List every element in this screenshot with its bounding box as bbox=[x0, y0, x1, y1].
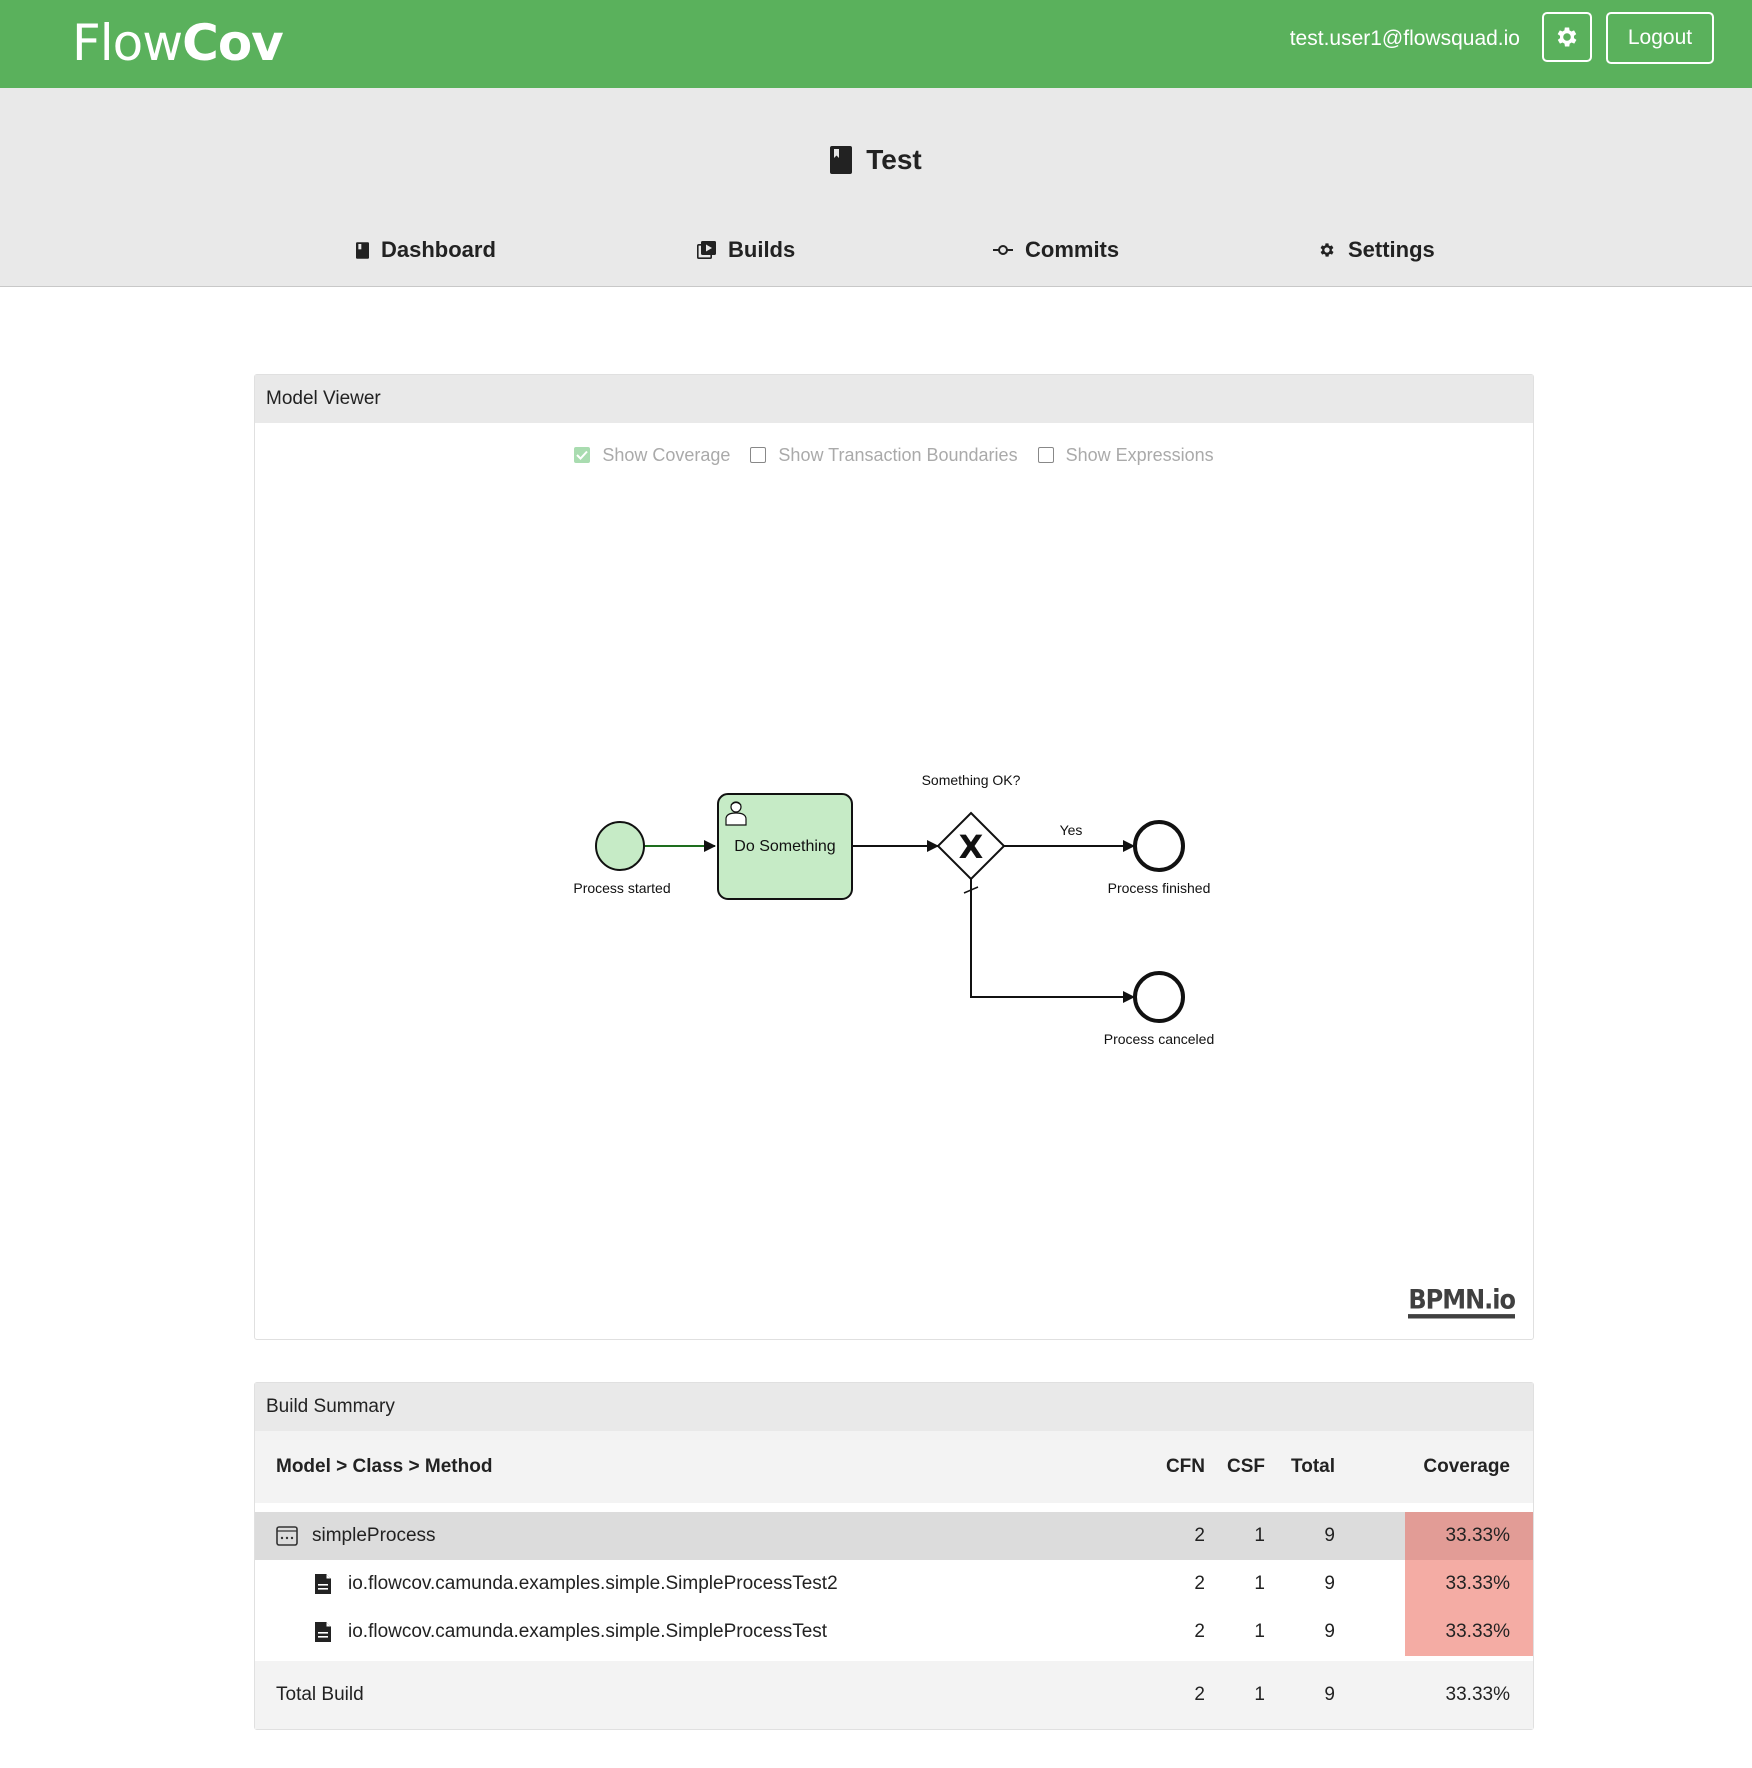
cfn-value: 2 bbox=[1194, 1573, 1205, 1594]
table-header: Model > Class > Method CFN CSF Total Cov… bbox=[255, 1431, 1533, 1503]
project-header: Test Dashboard Builds Commits Settings bbox=[0, 88, 1752, 287]
start-event-label: Process started bbox=[573, 880, 670, 896]
table-row-total: Total Build 2 1 9 33.33% bbox=[255, 1661, 1533, 1729]
project-nav: Dashboard Builds Commits Settings bbox=[0, 232, 1752, 268]
tab-commits[interactable]: Commits bbox=[993, 232, 1119, 268]
total-label: Total Build bbox=[276, 1684, 364, 1705]
tab-dashboard[interactable]: Dashboard bbox=[356, 232, 496, 268]
user-email: test.user1@flowsquad.io bbox=[1289, 27, 1520, 50]
row-name: io.flowcov.camunda.examples.simple.Simpl… bbox=[348, 1573, 838, 1594]
bpmn-io-watermark[interactable]: BPMN.io bbox=[1408, 1285, 1516, 1319]
coverage-value: 33.33% bbox=[1405, 1608, 1533, 1656]
flowcov-logo[interactable]: FlowCov bbox=[72, 8, 284, 78]
book-icon bbox=[356, 241, 369, 259]
build-summary-title: Build Summary bbox=[255, 1383, 1533, 1431]
end-event-finished[interactable] bbox=[1133, 820, 1185, 872]
table-row-class[interactable]: io.flowcov.camunda.examples.simple.Simpl… bbox=[255, 1560, 1533, 1608]
build-summary-card: Build Summary Model > Class > Method CFN… bbox=[254, 1382, 1534, 1730]
csf-value: 1 bbox=[1254, 1621, 1265, 1642]
tab-builds[interactable]: Builds bbox=[697, 232, 795, 268]
row-name-cell: io.flowcov.camunda.examples.simple.Simpl… bbox=[314, 1560, 1114, 1608]
column-header-total: Total bbox=[1291, 1456, 1335, 1477]
column-header-coverage: Coverage bbox=[1423, 1456, 1510, 1477]
cfn-value: 2 bbox=[1194, 1621, 1205, 1642]
end-finished-label: Process finished bbox=[1108, 880, 1211, 896]
end-canceled-label: Process canceled bbox=[1104, 1031, 1215, 1047]
bpmn-diagram[interactable]: Process started Do Something X Something… bbox=[255, 375, 1533, 1339]
project-title-text: Test bbox=[866, 144, 922, 175]
end-event-canceled[interactable] bbox=[1133, 971, 1185, 1023]
settings-button[interactable] bbox=[1542, 12, 1592, 62]
gateway-marker: X bbox=[959, 828, 984, 866]
tab-label: Builds bbox=[728, 237, 796, 262]
start-event[interactable] bbox=[595, 821, 645, 871]
model-icon bbox=[276, 1526, 298, 1546]
top-bar: FlowCov test.user1@flowsquad.io Logout bbox=[0, 0, 1752, 88]
coverage-value: 33.33% bbox=[1405, 1512, 1533, 1560]
file-icon bbox=[315, 1574, 331, 1594]
gear-icon bbox=[1557, 27, 1577, 47]
tab-label: Dashboard bbox=[381, 237, 496, 262]
cfn-value: 2 bbox=[1194, 1525, 1205, 1546]
flow-no[interactable] bbox=[970, 879, 1135, 1003]
book-icon bbox=[830, 146, 853, 174]
row-name-cell: io.flowcov.camunda.examples.simple.Simpl… bbox=[314, 1608, 1114, 1656]
total-value: 9 bbox=[1324, 1525, 1335, 1546]
model-viewer-card: Model Viewer Show Coverage Show Transact… bbox=[254, 374, 1534, 1340]
builds-icon bbox=[697, 241, 716, 259]
csf-value: 1 bbox=[1254, 1573, 1265, 1594]
total-value: 9 bbox=[1324, 1684, 1335, 1705]
task-label: Do Something bbox=[734, 838, 835, 855]
column-header-name: Model > Class > Method bbox=[276, 1456, 493, 1477]
page-title: Test bbox=[0, 140, 1752, 180]
table-row-class[interactable]: io.flowcov.camunda.examples.simple.Simpl… bbox=[255, 1608, 1533, 1656]
total-value: 9 bbox=[1324, 1621, 1335, 1642]
commit-icon bbox=[993, 245, 1013, 255]
csf-value: 1 bbox=[1254, 1684, 1265, 1705]
row-name: simpleProcess bbox=[312, 1525, 436, 1546]
column-header-csf: CSF bbox=[1227, 1456, 1265, 1477]
row-name: io.flowcov.camunda.examples.simple.Simpl… bbox=[348, 1621, 828, 1642]
csf-value: 1 bbox=[1254, 1525, 1265, 1546]
gateway-label: Something OK? bbox=[922, 772, 1021, 788]
tab-settings[interactable]: Settings bbox=[1318, 232, 1435, 268]
logout-button[interactable]: Logout bbox=[1606, 12, 1714, 64]
table-row-model[interactable]: simpleProcess 2 1 9 33.33% bbox=[255, 1512, 1533, 1560]
column-header-cfn: CFN bbox=[1165, 1456, 1205, 1477]
tab-label: Commits bbox=[1025, 237, 1120, 262]
row-name-cell: simpleProcess bbox=[276, 1512, 976, 1560]
flow-yes-label: Yes bbox=[1060, 822, 1083, 838]
cfn-value: 2 bbox=[1194, 1684, 1205, 1705]
tab-label: Settings bbox=[1348, 237, 1435, 262]
file-icon bbox=[315, 1622, 331, 1642]
coverage-value: 33.33% bbox=[1445, 1684, 1510, 1705]
total-value: 9 bbox=[1324, 1573, 1335, 1594]
gear-icon bbox=[1320, 243, 1334, 257]
coverage-value: 33.33% bbox=[1405, 1560, 1533, 1608]
